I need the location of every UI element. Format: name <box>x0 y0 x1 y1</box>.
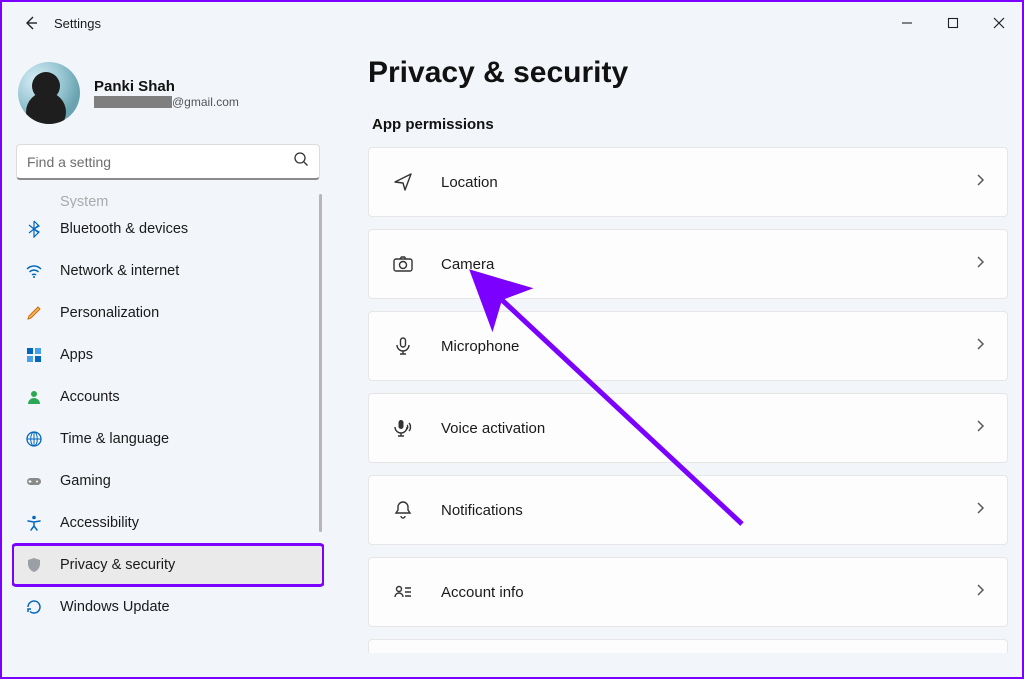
person-icon <box>24 388 44 406</box>
chevron-right-icon <box>973 337 987 356</box>
email-suffix: @gmail.com <box>172 95 239 109</box>
sidebar-item-label: Time & language <box>60 431 169 447</box>
permission-voice-activation[interactable]: Voice activation <box>368 393 1008 463</box>
sidebar-item-label: System <box>60 194 108 208</box>
sidebar-item-label: Windows Update <box>60 599 170 615</box>
sidebar-item-personalization[interactable]: Personalization <box>12 292 324 334</box>
close-icon <box>993 17 1005 29</box>
close-button[interactable] <box>976 7 1022 39</box>
permission-microphone[interactable]: Microphone <box>368 311 1008 381</box>
permission-camera[interactable]: Camera <box>368 229 1008 299</box>
bluetooth-icon <box>24 220 44 238</box>
permission-label: Voice activation <box>441 420 545 437</box>
arrow-left-icon <box>23 15 39 31</box>
location-icon <box>389 171 417 193</box>
profile-block[interactable]: Panki Shah @gmail.com <box>12 52 324 142</box>
sidebar-item-gaming[interactable]: Gaming <box>12 460 324 502</box>
permission-label: Microphone <box>441 338 519 355</box>
permission-account-info[interactable]: Account info <box>368 557 1008 627</box>
avatar <box>18 62 80 124</box>
wifi-icon <box>24 262 44 280</box>
sidebar-item-label: Bluetooth & devices <box>60 221 188 237</box>
permission-label: Account info <box>441 584 524 601</box>
sidebar-item-accessibility[interactable]: Accessibility <box>12 502 324 544</box>
main-content: Privacy & security App permissions Locat… <box>332 44 1022 677</box>
back-button[interactable] <box>14 6 48 40</box>
sidebar-item-label: Apps <box>60 347 93 363</box>
sidebar-item-label: Network & internet <box>60 263 179 279</box>
system-icon <box>24 194 44 196</box>
chevron-right-icon <box>973 419 987 438</box>
sidebar-item-bluetooth[interactable]: Bluetooth & devices <box>12 208 324 250</box>
chevron-right-icon <box>973 255 987 274</box>
window-title: Settings <box>54 16 101 31</box>
sidebar-item-windows-update[interactable]: Windows Update <box>12 586 324 628</box>
sidebar-item-label: Gaming <box>60 473 111 489</box>
paintbrush-icon <box>24 304 44 322</box>
bell-icon <box>389 499 417 521</box>
sidebar-item-system[interactable]: System <box>12 194 324 208</box>
permission-label: Notifications <box>441 502 523 519</box>
maximize-icon <box>947 17 959 29</box>
sidebar-item-time-language[interactable]: Time & language <box>12 418 324 460</box>
chevron-right-icon <box>973 583 987 602</box>
minimize-icon <box>901 17 913 29</box>
sidebar-item-label: Personalization <box>60 305 159 321</box>
maximize-button[interactable] <box>930 7 976 39</box>
permission-label: Camera <box>441 256 494 273</box>
chevron-right-icon <box>973 173 987 192</box>
search-input[interactable] <box>27 154 293 170</box>
search-box[interactable] <box>16 144 320 180</box>
voice-activation-icon <box>389 417 417 439</box>
account-info-icon <box>389 581 417 603</box>
microphone-icon <box>389 335 417 357</box>
update-icon <box>24 598 44 616</box>
sidebar-item-apps[interactable]: Apps <box>12 334 324 376</box>
sidebar-item-label: Accessibility <box>60 515 139 531</box>
scrollbar[interactable] <box>319 194 322 532</box>
user-name: Panki Shah <box>94 78 239 95</box>
search-icon <box>293 151 309 172</box>
accessibility-icon <box>24 514 44 532</box>
minimize-button[interactable] <box>884 7 930 39</box>
redacted-text <box>94 96 172 108</box>
sidebar-item-privacy-security[interactable]: Privacy & security <box>12 544 324 586</box>
nav-list: System Bluetooth & devices Network & int… <box>12 194 324 677</box>
gamepad-icon <box>24 472 44 490</box>
user-email: @gmail.com <box>94 95 239 109</box>
section-title: App permissions <box>372 116 1008 133</box>
globe-clock-icon <box>24 430 44 448</box>
permission-label: Location <box>441 174 498 191</box>
permission-notifications[interactable]: Notifications <box>368 475 1008 545</box>
chevron-right-icon <box>973 501 987 520</box>
sidebar-item-network[interactable]: Network & internet <box>12 250 324 292</box>
shield-icon <box>24 556 44 574</box>
apps-icon <box>24 346 44 364</box>
page-title: Privacy & security <box>368 56 1008 90</box>
sidebar: Panki Shah @gmail.com System <box>2 44 332 677</box>
sidebar-item-label: Accounts <box>60 389 120 405</box>
sidebar-item-label: Privacy & security <box>60 557 175 573</box>
permission-next-partial[interactable] <box>368 639 1008 653</box>
titlebar: Settings <box>2 2 1022 44</box>
permission-location[interactable]: Location <box>368 147 1008 217</box>
sidebar-item-accounts[interactable]: Accounts <box>12 376 324 418</box>
camera-icon <box>389 253 417 275</box>
